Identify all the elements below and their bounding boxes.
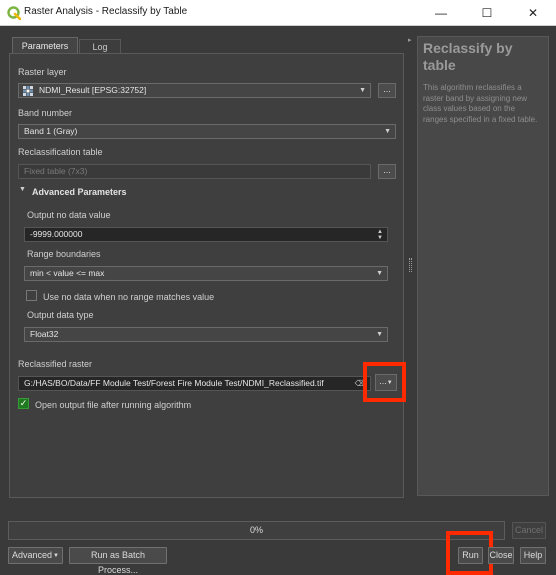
dropdown-arrow-icon: ▼ — [376, 270, 383, 277]
spinner-icon[interactable]: ▲ ▼ — [377, 229, 383, 241]
reclassified-raster-browse-button[interactable]: ...▼ — [375, 374, 397, 391]
run-button[interactable]: Run — [458, 547, 483, 564]
band-number-label: Band number — [18, 108, 73, 118]
dropdown-arrow-icon: ▼ — [359, 87, 366, 94]
maximize-button[interactable]: ☐ — [464, 0, 510, 26]
close-window-button[interactable]: ✕ — [510, 0, 556, 26]
window-title: Raster Analysis - Reclassify by Table — [24, 6, 188, 17]
cancel-button[interactable]: Cancel — [512, 522, 546, 539]
close-button[interactable]: Close — [488, 547, 514, 564]
open-output-checkbox[interactable]: ✓ — [18, 398, 29, 409]
splitter-icon[interactable] — [409, 258, 412, 272]
dropdown-arrow-icon: ▼ — [376, 331, 383, 338]
tab-log[interactable]: Log — [79, 39, 121, 54]
raster-layer-browse-button[interactable]: ... — [378, 83, 396, 98]
help-text: This algorithm reclassifies a raster ban… — [423, 83, 538, 124]
advanced-parameters-toggle[interactable]: Advanced Parameters — [32, 187, 127, 197]
run-batch-button[interactable]: Run as Batch Process... — [69, 547, 167, 575]
reclassified-raster-input[interactable]: G:/HAS/BO/Data/FF Module Test/Forest Fir… — [18, 376, 371, 391]
checkmark-icon: ✓ — [19, 398, 28, 408]
raster-layer-value: NDMI_Result [EPSG:32752] — [39, 85, 147, 95]
range-boundaries-select[interactable]: min < value <= max ▼ — [24, 266, 388, 281]
reclassified-raster-value: G:/HAS/BO/Data/FF Module Test/Forest Fir… — [24, 378, 324, 388]
collapse-arrow-icon[interactable]: ▼ — [19, 186, 26, 193]
open-output-label: Open output file after running algorithm — [35, 400, 192, 410]
raster-layer-label: Raster layer — [18, 67, 67, 77]
nodata-value: -9999.000000 — [30, 229, 83, 239]
nodata-label: Output no data value — [27, 210, 111, 220]
progress-bar: 0% — [8, 521, 505, 540]
help-title: Reclassify by table — [423, 40, 513, 73]
use-nodata-checkbox[interactable] — [26, 290, 37, 301]
minimize-button[interactable]: — — [418, 0, 464, 26]
output-data-type-select[interactable]: Float32 ▼ — [24, 327, 388, 342]
help-button[interactable]: Help — [520, 547, 546, 564]
raster-layer-icon — [23, 86, 33, 96]
reclassification-table-value: Fixed table (7x3) — [24, 166, 88, 176]
reclassification-table-button[interactable]: ... — [378, 164, 396, 179]
band-number-select[interactable]: Band 1 (Gray) ▼ — [18, 124, 396, 139]
range-boundaries-value: min < value <= max — [30, 268, 105, 278]
qgis-logo-icon — [7, 6, 21, 20]
dropdown-arrow-icon: ▼ — [384, 128, 391, 135]
use-nodata-label: Use no data when no range matches value — [43, 292, 215, 302]
raster-layer-select[interactable]: NDMI_Result [EPSG:32752] ▼ — [18, 83, 371, 98]
tab-parameters[interactable]: Parameters — [12, 37, 78, 54]
advanced-button-label: Advanced — [12, 550, 53, 560]
collapse-help-icon[interactable]: ▸ — [408, 36, 412, 44]
dropdown-arrow-icon: ▼ — [386, 380, 393, 386]
range-boundaries-label: Range boundaries — [27, 249, 101, 259]
reclassification-table-field[interactable]: Fixed table (7x3) — [18, 164, 371, 179]
output-data-type-value: Float32 — [30, 329, 59, 339]
advanced-button[interactable]: Advanced ▼ — [8, 547, 63, 564]
dropdown-arrow-icon: ▼ — [53, 553, 59, 559]
output-data-type-label: Output data type — [27, 310, 94, 320]
title-bar: Raster Analysis - Reclassify by Table — … — [0, 0, 556, 26]
reclassification-table-label: Reclassification table — [18, 147, 103, 157]
browse-dots-label: ... — [379, 376, 387, 386]
nodata-input[interactable]: -9999.000000 ▲ ▼ — [24, 227, 388, 242]
band-number-value: Band 1 (Gray) — [24, 126, 78, 136]
reclassified-raster-label: Reclassified raster — [18, 359, 93, 369]
